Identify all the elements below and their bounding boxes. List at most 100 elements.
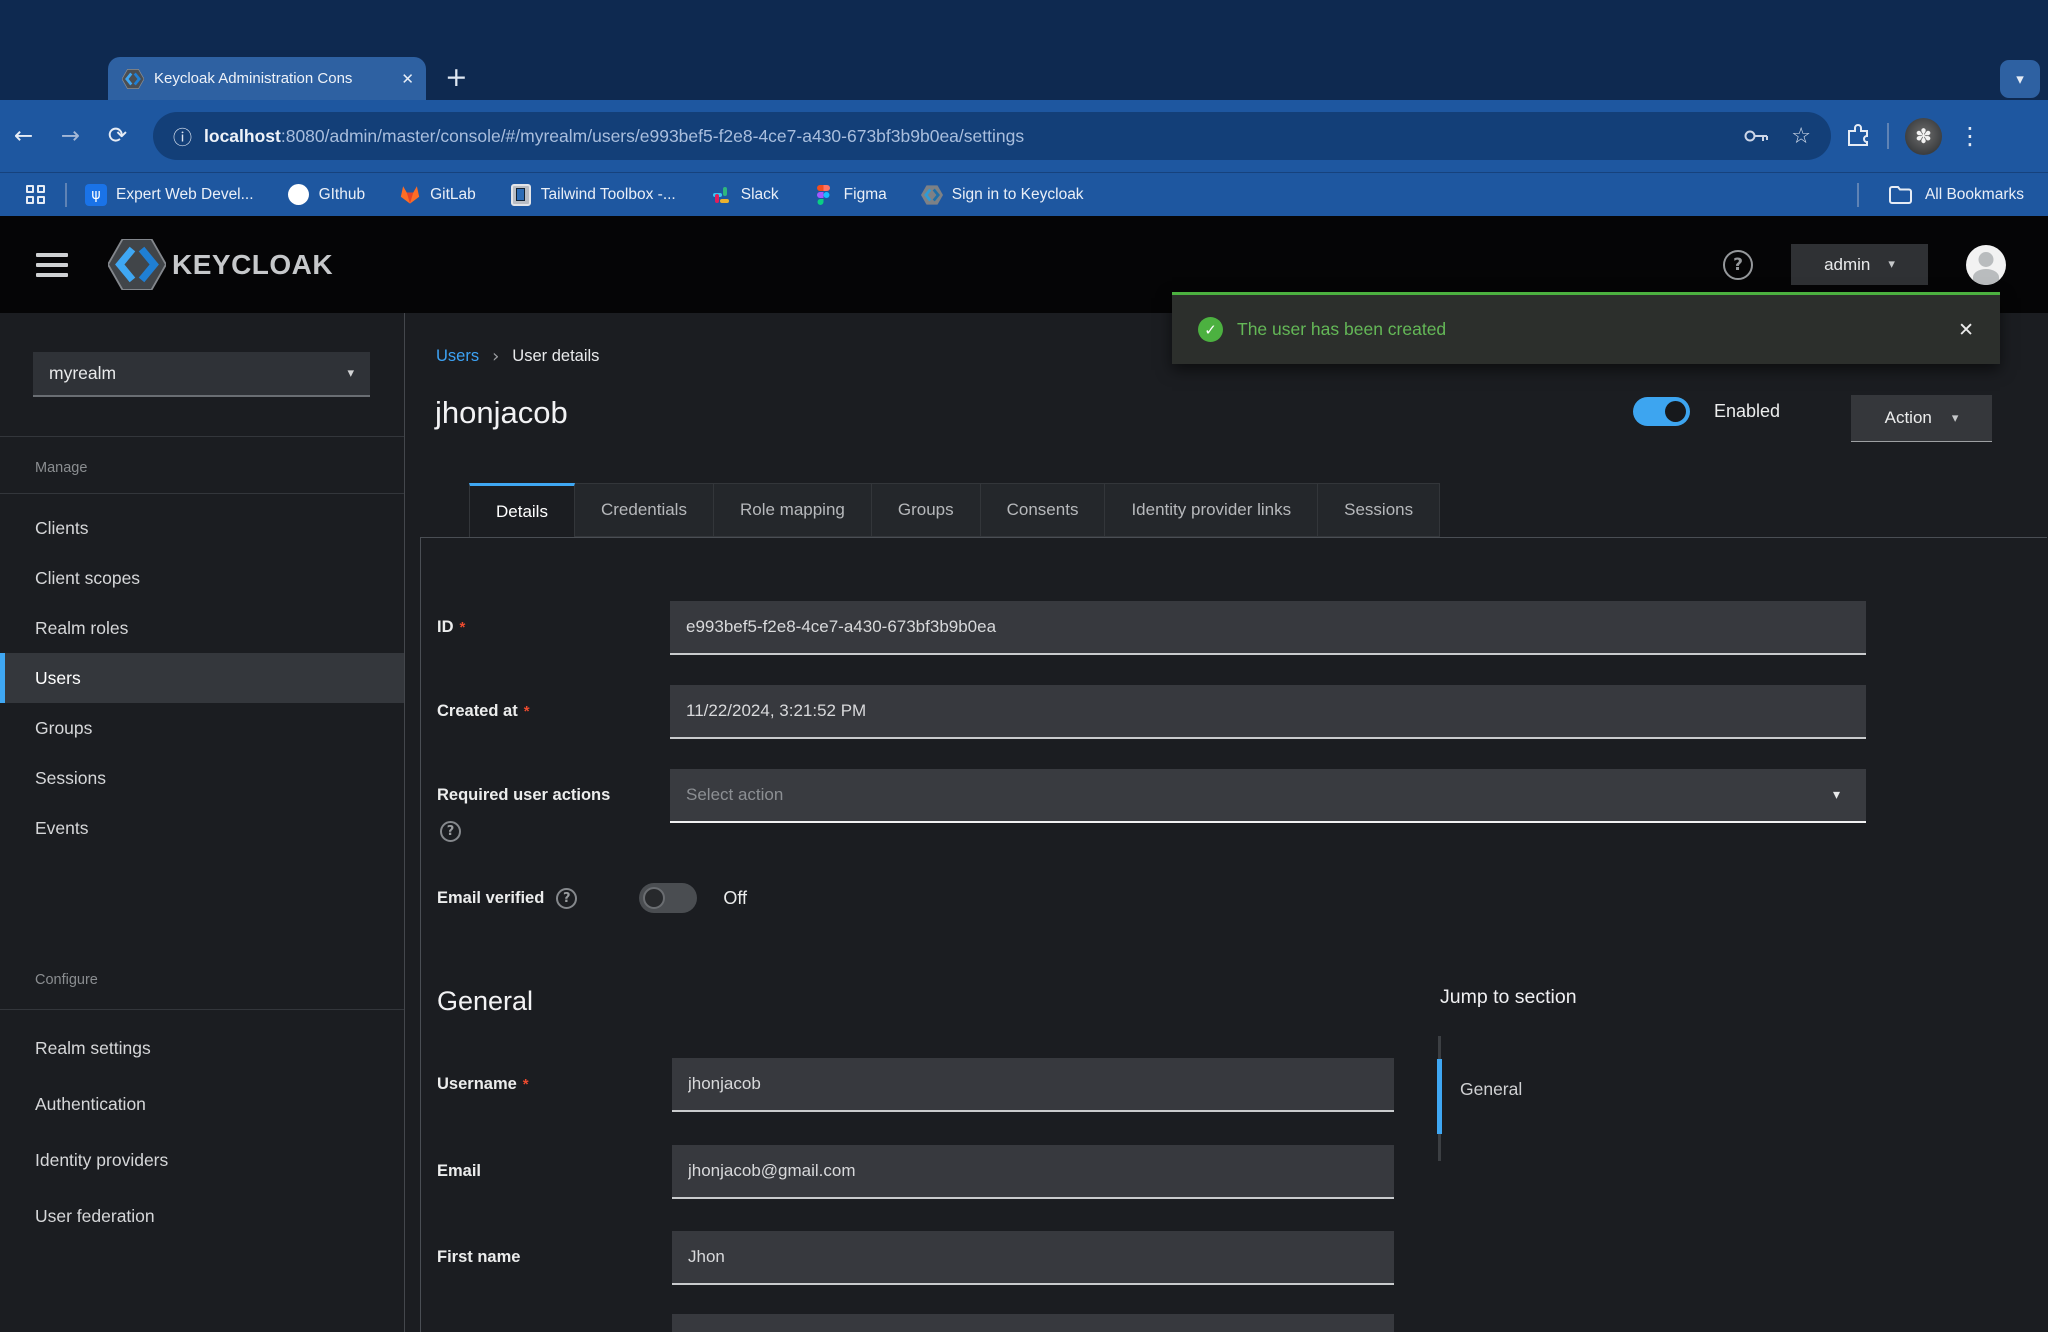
enabled-label: Enabled	[1714, 401, 1780, 422]
realm-selector[interactable]: myrealm ▾	[33, 352, 370, 397]
tab-groups[interactable]: Groups	[872, 483, 981, 537]
created-at-label: Created at*	[437, 702, 530, 721]
required-user-actions-label: Required user actions	[437, 786, 610, 805]
apps-grid-icon[interactable]	[26, 185, 45, 204]
admin-user-menu[interactable]: admin ▾	[1791, 244, 1928, 285]
figma-icon	[813, 184, 835, 206]
tab-details[interactable]: Details	[469, 483, 575, 537]
address-bar[interactable]: ⓘ localhost:8080/admin/master/console/#/…	[153, 112, 1831, 160]
breadcrumb-separator-icon: ›	[492, 346, 499, 367]
help-icon[interactable]: ?	[1723, 250, 1753, 280]
last-name-input[interactable]	[672, 1314, 1394, 1332]
reload-icon[interactable]: ⟳	[94, 123, 141, 149]
email-verified-state: Off	[723, 888, 747, 909]
toast-message: The user has been created	[1237, 319, 1958, 340]
hamburger-menu-icon[interactable]	[36, 253, 68, 277]
sidebar-item-events[interactable]: Events	[0, 803, 404, 853]
extensions-icon[interactable]	[1845, 123, 1871, 149]
site-info-icon[interactable]: ⓘ	[173, 123, 192, 150]
url-text: localhost:8080/admin/master/console/#/my…	[204, 126, 1731, 147]
github-icon	[288, 184, 310, 206]
jump-item-general[interactable]: General	[1460, 1079, 1522, 1100]
bookmarks-divider	[65, 183, 67, 207]
action-dropdown[interactable]: Action ▾	[1851, 395, 1992, 442]
new-tab-button[interactable]: +	[445, 62, 468, 93]
sidebar-item-realm-settings[interactable]: Realm settings	[0, 1020, 404, 1076]
browser-menu-icon[interactable]: ⋮	[1958, 122, 1982, 150]
back-icon[interactable]: ←	[0, 123, 47, 149]
gitlab-icon	[399, 184, 421, 206]
sidebar-divider	[0, 1009, 404, 1010]
required-user-actions-select[interactable]: Select action ▾	[670, 769, 1866, 823]
bookmark-github[interactable]: GIthub	[288, 184, 366, 206]
created-at-input[interactable]	[670, 685, 1866, 739]
sidebar-item-user-federation[interactable]: User federation	[0, 1188, 404, 1244]
tab-credentials[interactable]: Credentials	[575, 483, 714, 537]
keycloak-bookmark-icon	[921, 184, 943, 206]
sidebar-item-realm-roles[interactable]: Realm roles	[0, 603, 404, 653]
sidebar-divider	[0, 436, 404, 437]
sidebar-item-client-scopes[interactable]: Client scopes	[0, 553, 404, 603]
manage-section-label: Manage	[35, 460, 87, 476]
tab-title: Keycloak Administration Cons	[154, 70, 395, 87]
forward-icon[interactable]: →	[47, 123, 94, 149]
sidebar-item-authentication[interactable]: Authentication	[0, 1076, 404, 1132]
email-verified-help-icon[interactable]: ?	[556, 888, 577, 909]
id-input[interactable]	[670, 601, 1866, 655]
success-toast: ✓ The user has been created ✕	[1172, 292, 2000, 364]
jump-to-section-heading: Jump to section	[1440, 986, 1577, 1009]
required-asterisk: *	[524, 703, 530, 720]
email-verified-label: Email verified	[437, 889, 544, 908]
select-placeholder: Select action	[686, 785, 1833, 805]
general-section-heading: General	[437, 986, 533, 1017]
tailwind-toolbox-icon	[510, 184, 532, 206]
browser-profile-avatar[interactable]: ✽	[1905, 118, 1942, 155]
admin-caret-icon: ▾	[1888, 257, 1895, 272]
enabled-toggle[interactable]	[1633, 397, 1690, 426]
url-path: :8080/admin/master/console/#/myrealm/use…	[281, 126, 1024, 146]
browser-tab-strip: Keycloak Administration Cons ✕ + ▾	[0, 0, 2048, 100]
sidebar-item-identity-providers[interactable]: Identity providers	[0, 1132, 404, 1188]
id-label: ID*	[437, 618, 465, 637]
action-caret-icon: ▾	[1952, 411, 1959, 426]
toast-close-icon[interactable]: ✕	[1958, 319, 1974, 341]
bookmark-tailwind[interactable]: Tailwind Toolbox -...	[510, 184, 676, 206]
email-input[interactable]	[672, 1145, 1394, 1199]
keycloak-logo[interactable]: KEYCLOAK	[108, 239, 333, 290]
sidebar-item-users[interactable]: Users	[0, 653, 404, 703]
tab-consents[interactable]: Consents	[981, 483, 1106, 537]
configure-section-label: Configure	[35, 972, 98, 988]
keycloak-favicon-icon	[122, 69, 144, 89]
jump-active-indicator	[1437, 1059, 1442, 1134]
first-name-input[interactable]	[672, 1231, 1394, 1285]
breadcrumb-users-link[interactable]: Users	[436, 347, 479, 366]
all-bookmarks[interactable]: All Bookmarks	[1857, 183, 2024, 207]
bookmark-star-icon[interactable]: ☆	[1791, 124, 1811, 149]
required-asterisk: *	[523, 1076, 529, 1093]
sidebar-item-groups[interactable]: Groups	[0, 703, 404, 753]
tab-search-button[interactable]: ▾	[2000, 60, 2040, 98]
main-content: Users › User details jhonjacob Enabled A…	[405, 313, 2048, 1332]
bookmark-gitlab[interactable]: GitLab	[399, 184, 476, 206]
bookmark-slack[interactable]: Slack	[710, 184, 779, 206]
email-verified-toggle[interactable]	[639, 883, 697, 913]
browser-toolbar: ← → ⟳ ⓘ localhost:8080/admin/master/cons…	[0, 100, 2048, 172]
admin-user-label: admin	[1824, 255, 1870, 275]
keycloak-brand-text: KEYCLOAK	[172, 249, 333, 281]
sidebar-item-sessions[interactable]: Sessions	[0, 753, 404, 803]
bookmark-expert-web[interactable]: ψ Expert Web Devel...	[85, 184, 254, 206]
tab-role-mapping[interactable]: Role mapping	[714, 483, 872, 537]
realm-caret-icon: ▾	[347, 366, 354, 381]
user-avatar[interactable]	[1966, 245, 2006, 285]
tab-identity-provider-links[interactable]: Identity provider links	[1105, 483, 1318, 537]
browser-tab[interactable]: Keycloak Administration Cons ✕	[108, 57, 426, 100]
sidebar-item-clients[interactable]: Clients	[0, 503, 404, 553]
username-input[interactable]	[672, 1058, 1394, 1112]
required-actions-help-icon[interactable]: ?	[440, 821, 461, 842]
password-key-icon[interactable]	[1743, 128, 1769, 144]
bookmark-figma[interactable]: Figma	[813, 184, 887, 206]
tab-sessions[interactable]: Sessions	[1318, 483, 1440, 537]
sidebar: myrealm ▾ Manage Clients Client scopes R…	[0, 313, 405, 1332]
bookmark-keycloak[interactable]: Sign in to Keycloak	[921, 184, 1084, 206]
tab-close-icon[interactable]: ✕	[401, 70, 414, 88]
